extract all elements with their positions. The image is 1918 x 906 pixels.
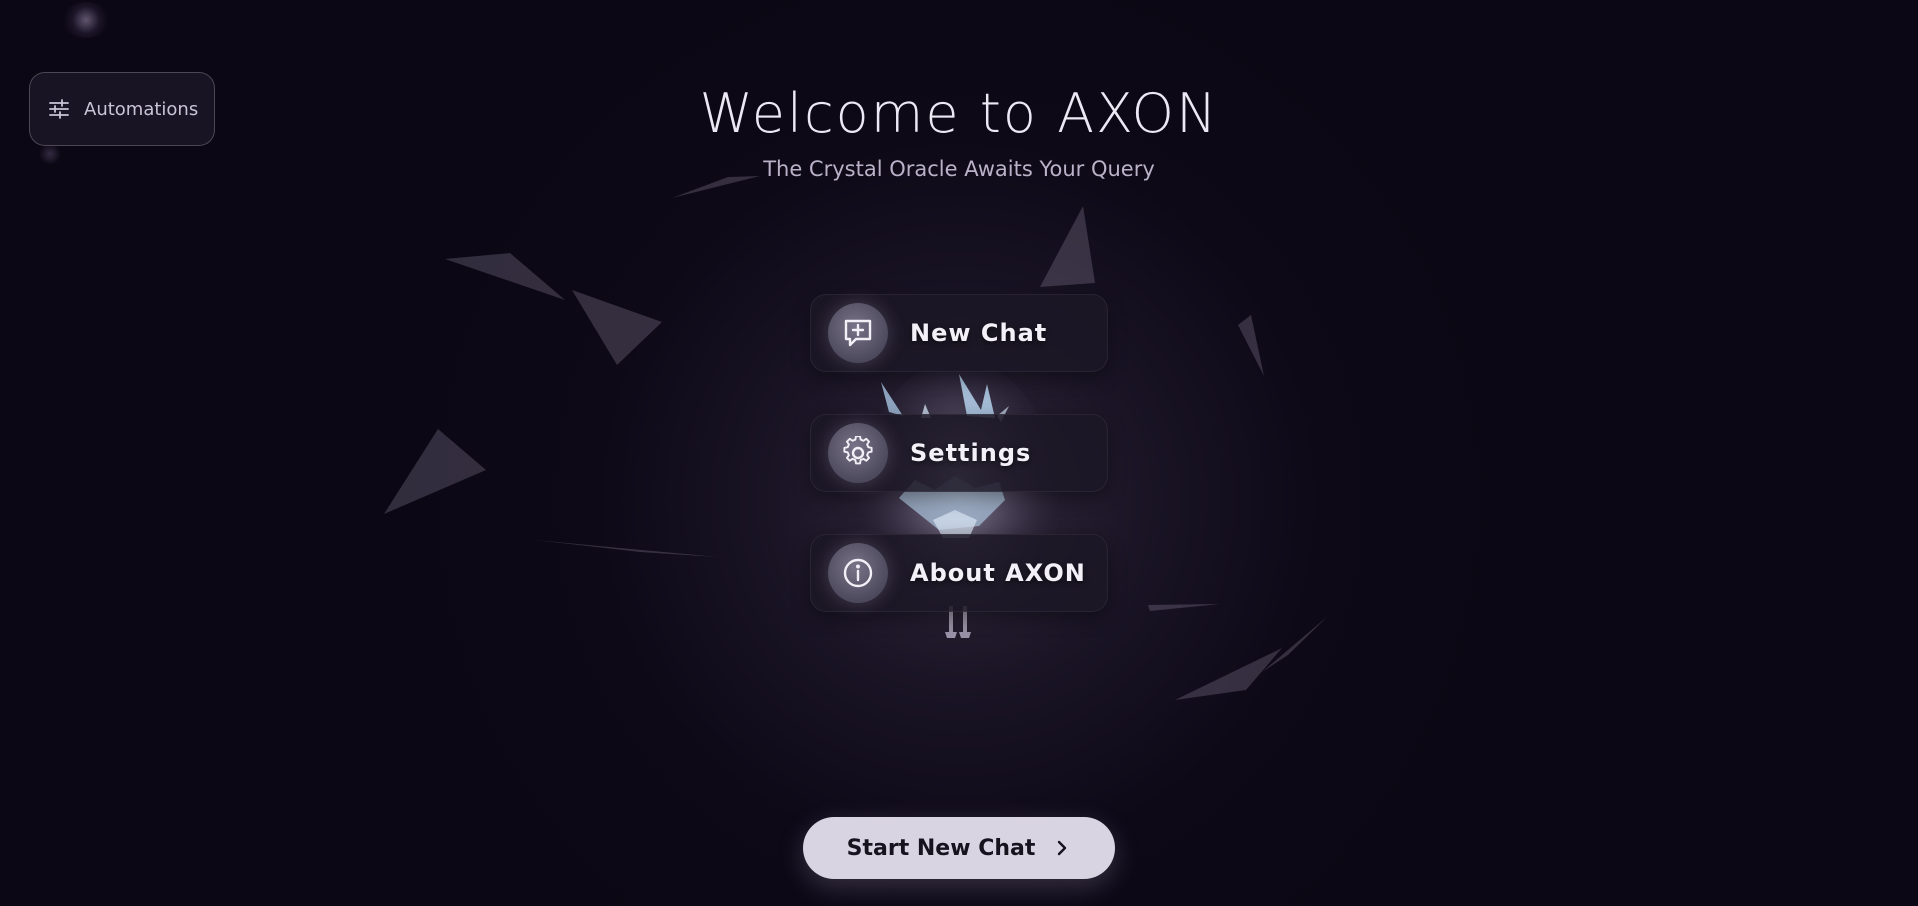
crystal-shard: [535, 540, 718, 557]
page-subtitle: The Crystal Oracle Awaits Your Query: [763, 157, 1155, 181]
gear-icon: [828, 423, 888, 483]
menu-item-label: New Chat: [910, 319, 1048, 347]
crystal-shard: [445, 253, 565, 300]
about-axon-card[interactable]: About AXON: [810, 534, 1108, 612]
menu-item-label: About AXON: [910, 559, 1086, 587]
crystal-shard: [384, 429, 486, 514]
settings-card[interactable]: Settings: [810, 414, 1108, 492]
crystal-shard: [1148, 604, 1220, 611]
chat-plus-icon: [828, 303, 888, 363]
crystal-oracle-figure: [859, 370, 1059, 640]
crystal-shard: [1175, 648, 1282, 700]
crystal-shard: [1262, 616, 1328, 672]
info-icon: [828, 543, 888, 603]
crystal-shard: [1238, 315, 1264, 376]
page-title: Welcome to AXON: [699, 82, 1219, 145]
crystal-shard: [572, 290, 662, 365]
chevron-right-icon: [1053, 839, 1071, 857]
start-new-chat-button[interactable]: Start New Chat: [803, 817, 1115, 879]
start-new-chat-label: Start New Chat: [846, 835, 1036, 861]
crystal-shard: [1040, 206, 1095, 287]
new-chat-card[interactable]: New Chat: [810, 294, 1108, 372]
menu-item-label: Settings: [910, 439, 1032, 467]
welcome-screen: Automations Welcome to AXON The Crystal …: [0, 0, 1918, 906]
